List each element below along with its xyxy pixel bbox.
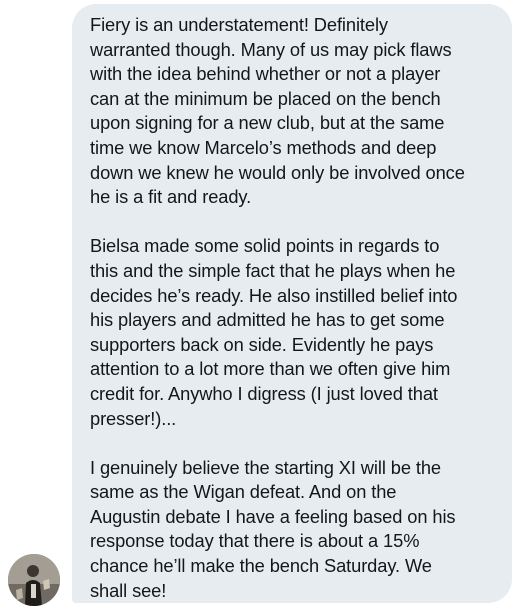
sender-avatar[interactable] (8, 554, 60, 606)
received-message-bubble[interactable]: Fiery is an understatement! Definitely w… (72, 4, 512, 603)
message-paragraph: Fiery is an understatement! Definitely w… (90, 14, 465, 208)
message-thread: Fiery is an understatement! Definitely w… (0, 0, 527, 610)
message-paragraph: Bielsa made some solid points in regards… (90, 235, 458, 429)
message-paragraph: I genuinely believe the starting XI will… (90, 456, 456, 601)
user-avatar-photo-icon (8, 554, 60, 606)
